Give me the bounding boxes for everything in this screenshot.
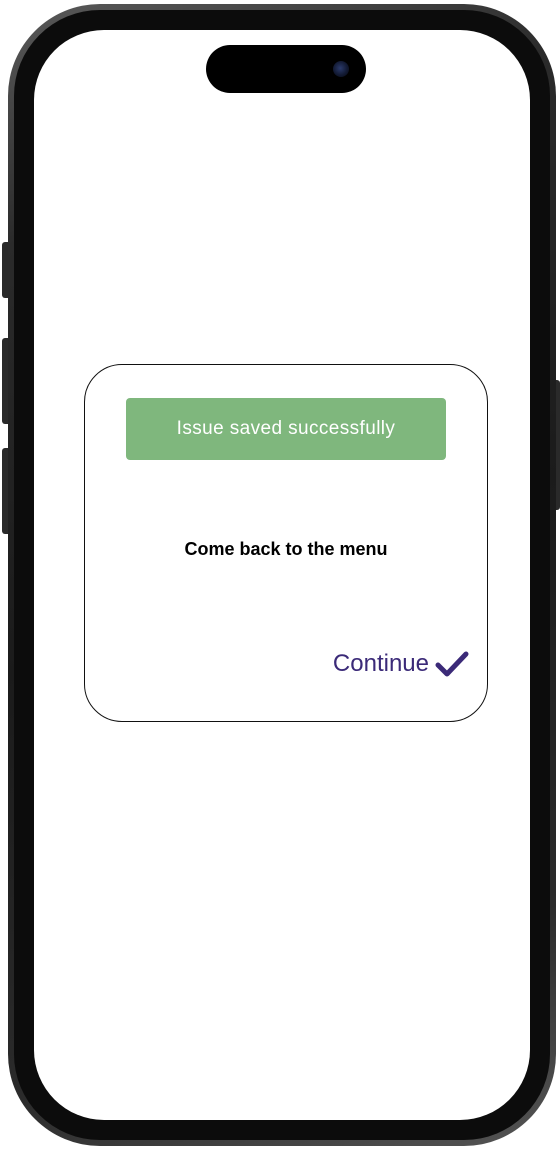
continue-button[interactable]: Continue [333,649,469,679]
app-screen: Issue saved successfully Come back to th… [34,30,530,1120]
camera-icon [333,61,349,77]
dialog-message: Come back to the menu [184,539,388,559]
success-dialog: Issue saved successfully Come back to th… [84,364,488,722]
continue-label: Continue [332,650,429,677]
dynamic-island [206,45,366,93]
toast-text: Issue saved successfully [176,418,396,439]
device-mockup: Issue saved successfully Come back to th… [0,0,560,1150]
checkmark-icon [435,651,469,677]
phone-frame: Issue saved successfully Come back to th… [8,4,556,1146]
success-toast: Issue saved successfully [126,398,446,460]
